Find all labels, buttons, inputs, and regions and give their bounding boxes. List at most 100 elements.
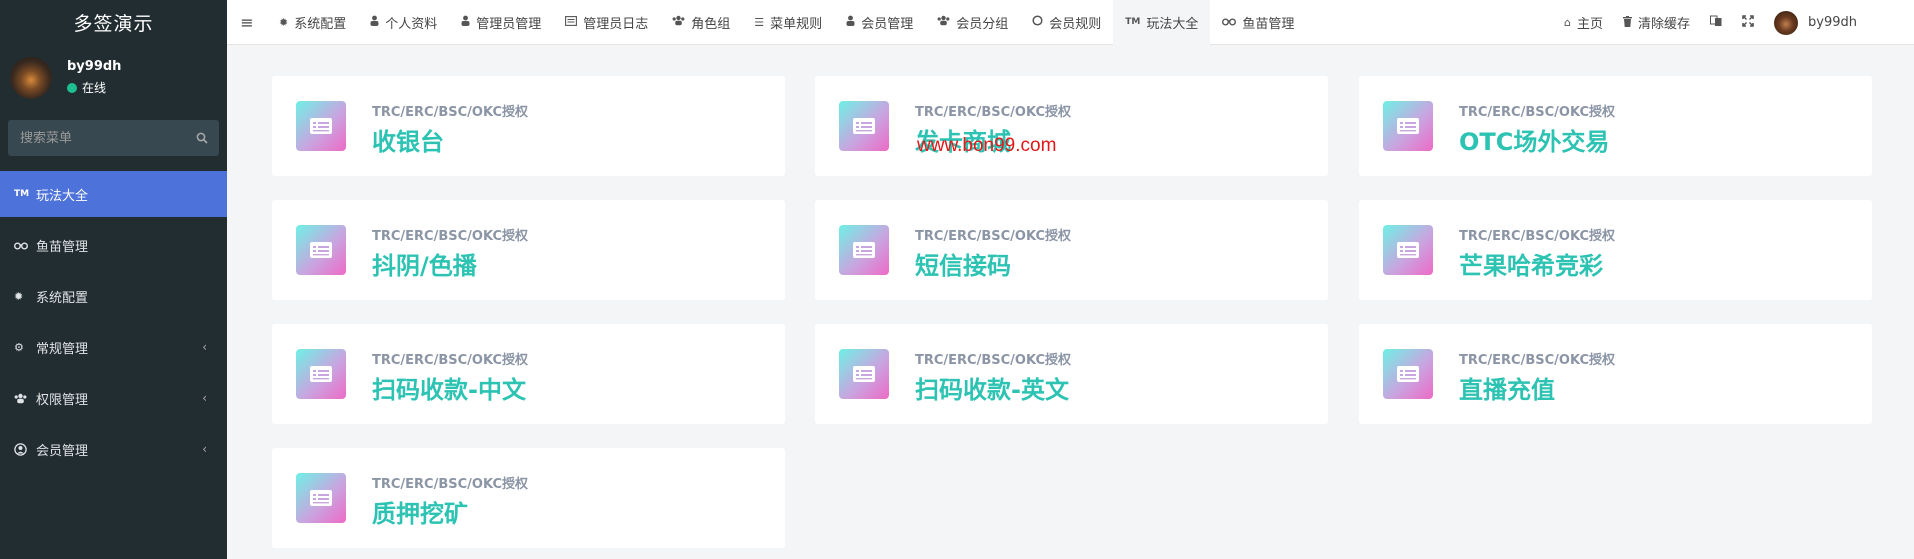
feature-icon [1383,225,1433,275]
watermark-text: www.bon99.com [917,135,1057,156]
card-title: 芒果哈希竞彩 [1459,252,1603,280]
card-subtitle: TRC/ERC/BSC/OKC授权 [372,477,528,492]
tab-member-groups[interactable]: 会员分组 [925,0,1020,45]
online-status-icon [67,82,77,93]
card-subtitle: TRC/ERC/BSC/OKC授权 [372,105,528,120]
group-icon [672,15,685,29]
tm-icon: TM [1125,17,1141,27]
home-link[interactable]: ⌂ 主页 [1554,0,1613,45]
menu-search [8,120,219,156]
sidebar: 多签演示 by99dh 在线 TM 玩法大全 鱼苗管理 ✹ 系统 [0,0,227,559]
tab-menu-rules[interactable]: ☰ 菜单规则 [742,0,834,45]
sidebar-item-permissions[interactable]: 权限管理 ‹ [0,375,227,421]
feature-icon [296,473,346,523]
tab-gameplay[interactable]: TM 玩法大全 [1113,0,1211,45]
chevron-left-icon: ‹ [202,391,207,405]
card-title: 扫码收款-中文 [372,376,526,404]
tab-system-config[interactable]: ✹ 系统配置 [267,0,358,45]
sidebar-item-fish-fry[interactable]: 鱼苗管理 [0,222,227,268]
search-input[interactable] [20,130,195,146]
cogs-icon: ⚙ [14,340,24,354]
feature-icon [296,349,346,399]
feature-card[interactable]: TRC/ERC/BSC/OKC授权 短信接码 [815,200,1328,300]
tab-label: 会员规则 [1049,16,1102,32]
sidebar-item-label: 权限管理 [36,392,89,408]
sidebar-toggle-button[interactable]: ≡ [227,0,267,45]
avatar [10,56,52,99]
tab-member-rules[interactable]: 会员规则 [1020,0,1113,45]
feature-icon [839,225,889,275]
sidebar-menu: TM 玩法大全 鱼苗管理 ✹ 系统配置 ⚙ 常规管理 ‹ 权限管理 ‹ 会员管理… [0,171,227,472]
tm-icon: TM [14,189,30,199]
user-menu-name: by99dh [1808,15,1857,30]
feature-card[interactable]: TRC/ERC/BSC/OKC授权 收银台 [272,76,785,176]
group-icon [14,393,30,404]
circle-o-icon [1032,15,1043,29]
avatar [1774,10,1799,35]
feature-icon [296,101,346,151]
tab-label: 角色组 [691,16,731,32]
gear-icon: ✹ [279,15,289,29]
binoculars-icon [1222,16,1237,29]
card-subtitle: TRC/ERC/BSC/OKC授权 [915,105,1071,120]
feature-card[interactable]: TRC/ERC/BSC/OKC授权 抖阴/色播 [272,200,785,300]
card-subtitle: TRC/ERC/BSC/OKC授权 [372,353,528,368]
feature-card[interactable]: TRC/ERC/BSC/OKC授权 发卡商城 [815,76,1328,176]
feature-icon [1383,349,1433,399]
sidebar-item-label: 玩法大全 [36,188,89,204]
feature-card[interactable]: TRC/ERC/BSC/OKC授权 扫码收款-英文 [815,324,1328,424]
binoculars-icon [14,241,30,250]
tab-label: 玩法大全 [1146,16,1199,32]
card-title: 直播充值 [1459,376,1555,404]
tab-fish-fry[interactable]: 鱼苗管理 [1210,0,1306,45]
card-title: 收银台 [372,128,444,156]
bars-icon: ☰ [754,15,765,29]
feature-card[interactable]: TRC/ERC/BSC/OKC授权 OTC场外交易 [1359,76,1872,176]
tab-role-group[interactable]: 角色组 [660,0,742,45]
feature-icon [1383,101,1433,151]
feature-icon [839,349,889,399]
card-title: 短信接码 [915,252,1011,280]
sidebar-item-gameplay[interactable]: TM 玩法大全 [0,171,227,217]
search-icon[interactable] [195,131,209,145]
sidebar-item-members[interactable]: 会员管理 ‹ [0,426,227,472]
user-icon [370,15,379,29]
feature-card[interactable]: TRC/ERC/BSC/OKC授权 扫码收款-中文 [272,324,785,424]
tab-admin-management[interactable]: 管理员管理 [449,0,553,45]
user-menu[interactable]: by99dh [1764,0,1914,45]
gear-icon: ✹ [14,289,24,303]
user-status: 在线 [67,79,121,96]
sidebar-item-system-config[interactable]: ✹ 系统配置 [0,273,227,319]
top-nav: ≡ ✹ 系统配置 个人资料 管理员管理 管理员日志 角色组 ☰ 菜单规则 会员管… [227,0,1914,45]
clear-cache-button[interactable]: 清除缓存 [1613,0,1700,45]
feature-card[interactable]: TRC/ERC/BSC/OKC授权 芒果哈希竞彩 [1359,200,1872,300]
tab-label: 会员分组 [956,16,1009,32]
card-title: 扫码收款-英文 [915,376,1069,404]
card-title: OTC场外交易 [1459,128,1610,156]
language-button[interactable] [1700,0,1732,45]
user-circle-icon [14,442,30,456]
tab-member-management[interactable]: 会员管理 [834,0,925,45]
brand-title[interactable]: 多签演示 [0,0,227,45]
translate-icon [1710,15,1722,30]
tab-admin-log[interactable]: 管理员日志 [553,0,660,45]
trash-icon [1623,15,1632,30]
card-subtitle: TRC/ERC/BSC/OKC授权 [1459,229,1615,244]
card-subtitle: TRC/ERC/BSC/OKC授权 [915,229,1071,244]
user-icon [846,15,855,29]
feature-card[interactable]: TRC/ERC/BSC/OKC授权 直播充值 [1359,324,1872,424]
card-subtitle: TRC/ERC/BSC/OKC授权 [1459,353,1615,368]
feature-card[interactable]: TRC/ERC/BSC/OKC授权 质押挖矿 [272,448,785,548]
sidebar-item-label: 常规管理 [36,341,89,357]
chevron-left-icon: ‹ [202,442,207,456]
tab-label: 个人资料 [385,16,438,32]
sidebar-item-label: 会员管理 [36,443,89,459]
sidebar-item-general[interactable]: ⚙ 常规管理 ‹ [0,324,227,370]
sidebar-item-label: 鱼苗管理 [36,239,89,255]
tab-profile[interactable]: 个人资料 [358,0,449,45]
tab-label: 菜单规则 [770,16,823,32]
card-subtitle: TRC/ERC/BSC/OKC授权 [1459,105,1615,120]
user-icon [461,15,470,29]
fullscreen-button[interactable] [1732,0,1764,45]
card-subtitle: TRC/ERC/BSC/OKC授权 [915,353,1071,368]
